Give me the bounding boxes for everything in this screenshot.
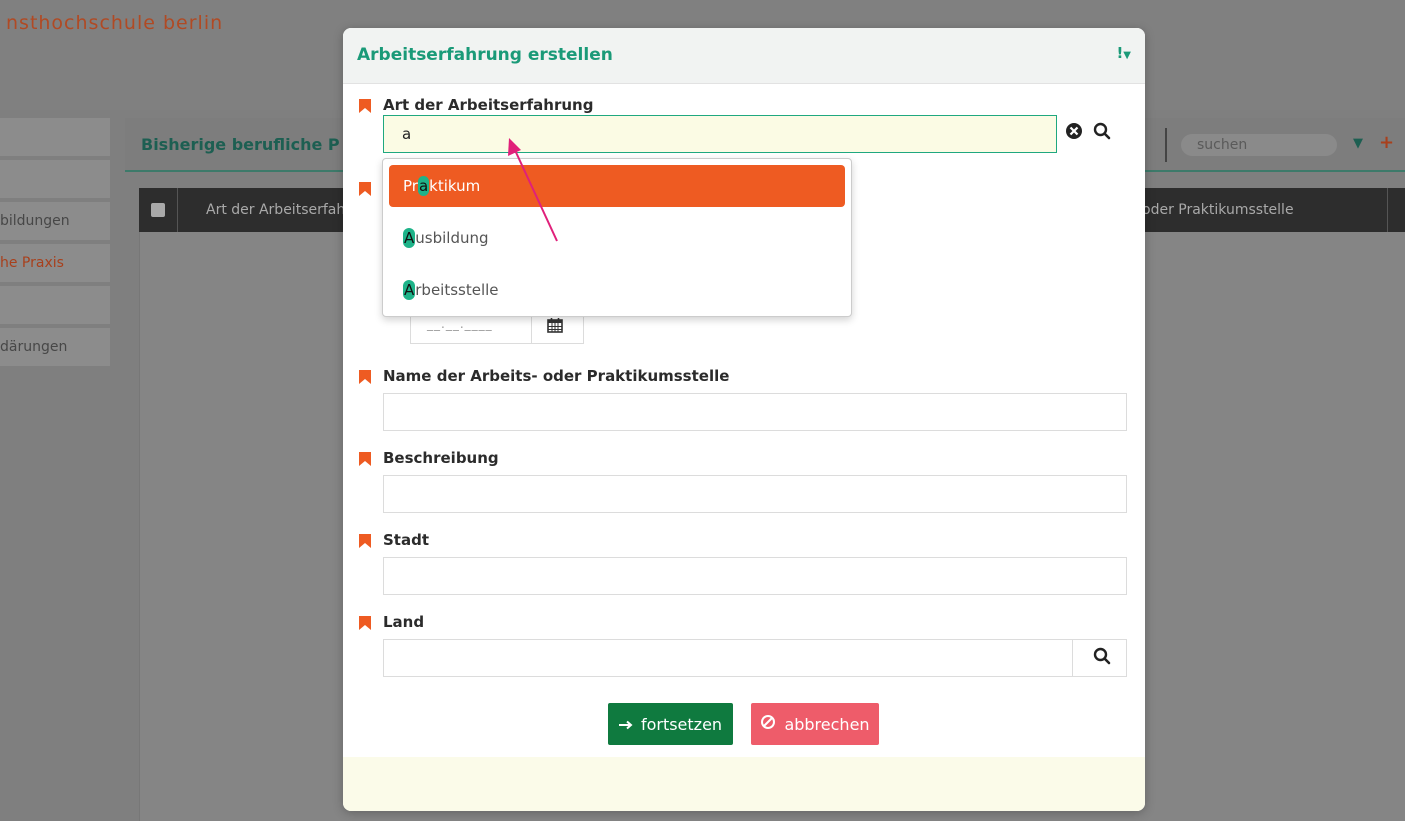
cancel-button[interactable]: abbrechen xyxy=(751,703,879,745)
sidebar-item-ausbildungen[interactable]: bildungen xyxy=(0,202,110,240)
field-label-stadt: Stadt xyxy=(383,531,430,549)
autocomplete-dropdown: Praktikum Ausbildung Arbeitsstelle xyxy=(382,158,852,317)
search-icon[interactable] xyxy=(1093,647,1117,671)
field-stadt: Stadt xyxy=(359,531,1129,595)
required-bookmark-icon xyxy=(359,370,371,384)
sidebar-item-1[interactable] xyxy=(0,118,110,156)
select-all-checkbox[interactable] xyxy=(151,203,165,217)
required-bookmark-icon xyxy=(359,99,371,113)
field-art: Art der Arbeitserfahrung a xyxy=(359,96,1129,153)
panel-title: Bisherige berufliche P xyxy=(141,135,340,154)
field-label-land: Land xyxy=(383,613,425,631)
option-text-match: A xyxy=(403,280,416,300)
required-bookmark-icon xyxy=(359,182,371,196)
field-label-name: Name der Arbeits- oder Praktikumsstelle xyxy=(383,367,730,385)
option-text-pre: Pr xyxy=(403,177,418,195)
dropdown-option-arbeitsstelle[interactable]: Arbeitsstelle xyxy=(389,269,845,311)
clear-icon[interactable] xyxy=(1065,122,1089,146)
search-icon[interactable] xyxy=(1093,122,1117,146)
continue-button[interactable]: fortsetzen xyxy=(608,703,733,745)
dialog-header: Arbeitserfahrung erstellen !▼ xyxy=(343,28,1145,84)
name-input[interactable] xyxy=(383,393,1127,431)
option-text-post: ktikum xyxy=(429,177,481,195)
divider xyxy=(1072,640,1073,676)
field-name: Name der Arbeits- oder Praktikumsstelle xyxy=(359,367,1129,431)
stadt-input[interactable] xyxy=(383,557,1127,595)
option-text-post: rbeitsstelle xyxy=(415,281,499,299)
field-beschreibung: Beschreibung xyxy=(359,449,1129,513)
ban-icon xyxy=(760,714,776,734)
sidebar-item-5[interactable] xyxy=(0,286,110,324)
sidebar-item-berufliche-praxis[interactable]: he Praxis xyxy=(0,244,110,282)
add-icon[interactable]: + xyxy=(1379,132,1394,153)
column-divider xyxy=(1387,188,1388,232)
create-work-experience-dialog: Arbeitserfahrung erstellen !▼ Art der Ar… xyxy=(343,28,1145,811)
calendar-icon[interactable] xyxy=(547,317,563,337)
required-bookmark-icon xyxy=(359,452,371,466)
dialog-title: Arbeitserfahrung erstellen xyxy=(357,45,613,65)
column-header-art[interactable]: Art der Arbeitserfah xyxy=(177,188,345,232)
dropdown-option-ausbildung[interactable]: Ausbildung xyxy=(389,217,845,259)
sidebar-item-2[interactable] xyxy=(0,160,110,198)
filter-icon[interactable]: ▼ xyxy=(1353,136,1363,151)
required-bookmark-icon xyxy=(359,534,371,548)
dropdown-option-praktikum[interactable]: Praktikum xyxy=(389,165,845,207)
option-text-match: A xyxy=(403,228,416,248)
dialog-footer xyxy=(343,757,1145,811)
cancel-label: abbrechen xyxy=(784,714,870,734)
option-text-match: a xyxy=(417,176,430,196)
brand-name: nsthochschule berlin xyxy=(6,12,224,34)
search-input[interactable]: suchen xyxy=(1181,134,1337,156)
divider xyxy=(1165,128,1167,162)
arrow-right-icon xyxy=(618,715,633,734)
sidebar: bildungen he Praxis därungen xyxy=(0,118,110,370)
field-land: Land xyxy=(359,613,1129,677)
field-label-beschreibung: Beschreibung xyxy=(383,449,499,467)
dialog-menu-button[interactable]: !▼ xyxy=(1116,44,1131,62)
required-bookmark-icon xyxy=(359,616,371,630)
sidebar-item-erklaerungen[interactable]: därungen xyxy=(0,328,110,366)
date-placeholder: __.__.____ xyxy=(427,317,493,331)
land-input[interactable] xyxy=(383,639,1127,677)
field-label-art: Art der Arbeitserfahrung xyxy=(383,96,594,114)
caret-down-icon: ▼ xyxy=(1123,50,1131,61)
continue-label: fortsetzen xyxy=(640,714,723,734)
beschreibung-input[interactable] xyxy=(383,475,1127,513)
column-header-stelle[interactable]: oder Praktikumsstelle xyxy=(1142,188,1294,232)
art-combobox-input[interactable]: a xyxy=(383,115,1057,153)
option-text-post: usbildung xyxy=(415,229,489,247)
